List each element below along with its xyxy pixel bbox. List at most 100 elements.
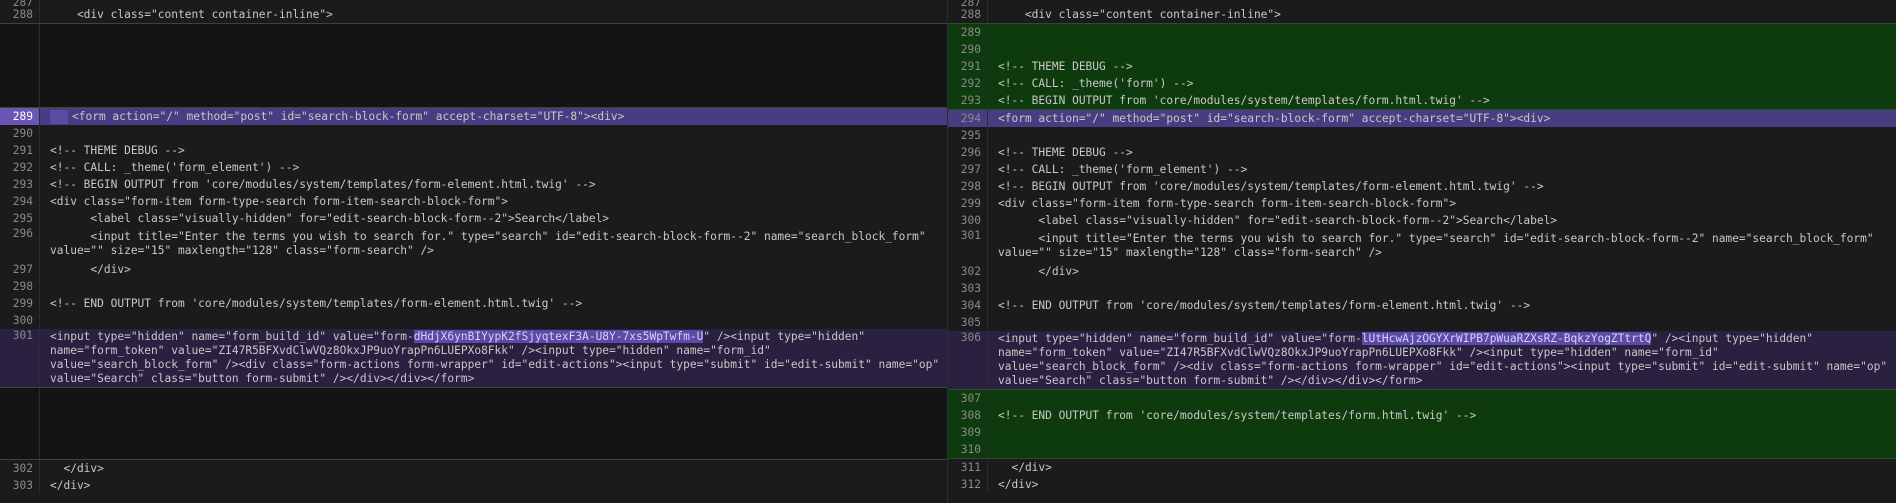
line-number: 290 (948, 41, 988, 58)
diff-line: 302 </div> (948, 263, 1896, 280)
diff-line: 302 </div> (0, 460, 947, 477)
line-number: 290 (0, 125, 40, 142)
right-pane-modified[interactable]: 287288 <div class="content container-inl… (948, 0, 1896, 503)
diff-line: 294 <div class="form-item form-type-searc… (0, 193, 947, 210)
line-number: 295 (0, 210, 40, 227)
diff-line: 299 <!-- END OUTPUT from 'core/modules/sy… (0, 295, 947, 312)
changed-token-highlight: dHdjX6ynBIYypK2fSjyqtexF3A-U8Y-7xs5WpTwf… (413, 330, 704, 343)
line-number: 306 (948, 331, 988, 389)
line-number: 296 (948, 144, 988, 161)
line-number: 294 (0, 193, 40, 210)
diff-line-added: 308 <!-- END OUTPUT from 'core/modules/sy… (948, 407, 1896, 424)
line-number: 307 (948, 390, 988, 407)
line-number: 300 (0, 312, 40, 329)
diff-line: 298 (0, 278, 947, 295)
diff-line-added: 309 (948, 424, 1896, 441)
line-number: 293 (0, 176, 40, 193)
line-number: 292 (948, 75, 988, 92)
code-text: <!-- THEME DEBUG --> (988, 58, 1896, 75)
line-number: 304 (948, 297, 988, 314)
diff-line-added: 289 (948, 23, 1896, 41)
code-text: <!-- BEGIN OUTPUT from 'core/modules/sys… (988, 178, 1896, 195)
diff-line: 301 <input title="Enter the terms you wi… (948, 229, 1896, 263)
code-line-text: <!-- END OUTPUT from 'core/modules/syste… (50, 297, 583, 310)
code-text: <input type="hidden" name="form_build_id… (40, 329, 947, 387)
code-text: <!-- CALL: _theme('form') --> (988, 75, 1896, 92)
code-line-text: <div class="content container-inline"> (50, 8, 333, 21)
code-text: <label class="visually-hidden" for="edit… (988, 212, 1896, 229)
code-line-text: <!-- CALL: _theme('form_element') --> (998, 163, 1248, 176)
line-number: 295 (948, 127, 988, 144)
code-text: <!-- THEME DEBUG --> (988, 144, 1896, 161)
code-line-text: <form action="/" method="post" id="searc… (72, 110, 625, 123)
code-text: <div class="form-item form-type-search f… (40, 193, 947, 210)
diff-line-added: 293 <!-- BEGIN OUTPUT from 'core/modules/… (948, 92, 1896, 110)
line-number: 312 (948, 476, 988, 493)
diff-line: 295 <label class="visually-hidden" for="… (0, 210, 947, 227)
diff-line: 305 (948, 314, 1896, 331)
line-number: 298 (0, 278, 40, 295)
diff-view: 287288 <div class="content container-inl… (0, 0, 1896, 503)
code-line-text: <!-- THEME DEBUG --> (50, 144, 185, 157)
diff-line: 303 (948, 280, 1896, 297)
diff-line: 288 <div class="content container-inline… (0, 6, 947, 23)
diff-line: 304 <!-- END OUTPUT from 'core/modules/sy… (948, 297, 1896, 314)
code-line-text: <div class="form-item form-type-search f… (50, 195, 509, 208)
code-text-pre: <input type="hidden" name="form_build_id… (50, 330, 414, 343)
line-number: 298 (948, 178, 988, 195)
diff-line-changed: 306 <input type="hidden" name="form_build… (948, 331, 1896, 389)
code-text: <!-- END OUTPUT from 'core/modules/syste… (988, 407, 1896, 424)
diff-line-added: 310 (948, 441, 1896, 459)
left-pane-original[interactable]: 287288 <div class="content container-inl… (0, 0, 948, 503)
line-number (0, 24, 40, 107)
diff-line: 295 (948, 127, 1896, 144)
code-text: <input type="hidden" name="form_build_id… (988, 331, 1896, 389)
line-number: 302 (0, 460, 40, 477)
line-number: 299 (948, 195, 988, 212)
diff-placeholder (0, 23, 947, 108)
diff-line: 303 </div> (0, 477, 947, 494)
line-number: 293 (948, 92, 988, 109)
diff-line-added: 291 <!-- THEME DEBUG --> (948, 58, 1896, 75)
line-number: 301 (948, 229, 988, 263)
code-line-text: <!-- THEME DEBUG --> (998, 60, 1133, 73)
diff-line: 297 <!-- CALL: _theme('form_element') --> (948, 161, 1896, 178)
code-line-text: <form action="/" method="post" id="searc… (998, 112, 1551, 125)
code-text: <!-- CALL: _theme('form_element') --> (40, 159, 947, 176)
line-number: 302 (948, 263, 988, 280)
code-line-text: </div> (50, 479, 91, 492)
code-text: </div> (988, 263, 1896, 280)
line-number: 297 (0, 261, 40, 278)
diff-line: 288 <div class="content container-inline… (948, 6, 1896, 23)
line-number: 291 (948, 58, 988, 75)
code-line-text: <!-- END OUTPUT from 'core/modules/syste… (998, 409, 1477, 422)
line-number: 297 (948, 161, 988, 178)
code-text: <form action="/" method="post" id="searc… (988, 110, 1896, 127)
code-text: <!-- THEME DEBUG --> (40, 142, 947, 159)
line-number: 309 (948, 424, 988, 441)
diff-line: 298 <!-- BEGIN OUTPUT from 'core/modules/… (948, 178, 1896, 195)
line-number: 301 (0, 329, 40, 387)
diff-line-added: 290 (948, 41, 1896, 58)
code-line-text: <label class="visually-hidden" for="edit… (50, 212, 610, 225)
code-text: <form action="/" method="post" id="searc… (40, 108, 947, 125)
code-line-text: </div> (998, 461, 1052, 474)
code-line-text: <!-- BEGIN OUTPUT from 'core/modules/sys… (50, 178, 596, 191)
code-line-text: <input title="Enter the terms you wish t… (50, 230, 926, 257)
change-marker (50, 110, 68, 124)
diff-line-added: 292 <!-- CALL: _theme('form') --> (948, 75, 1896, 92)
diff-line: 311 </div> (948, 459, 1896, 476)
code-text: </div> (40, 261, 947, 278)
